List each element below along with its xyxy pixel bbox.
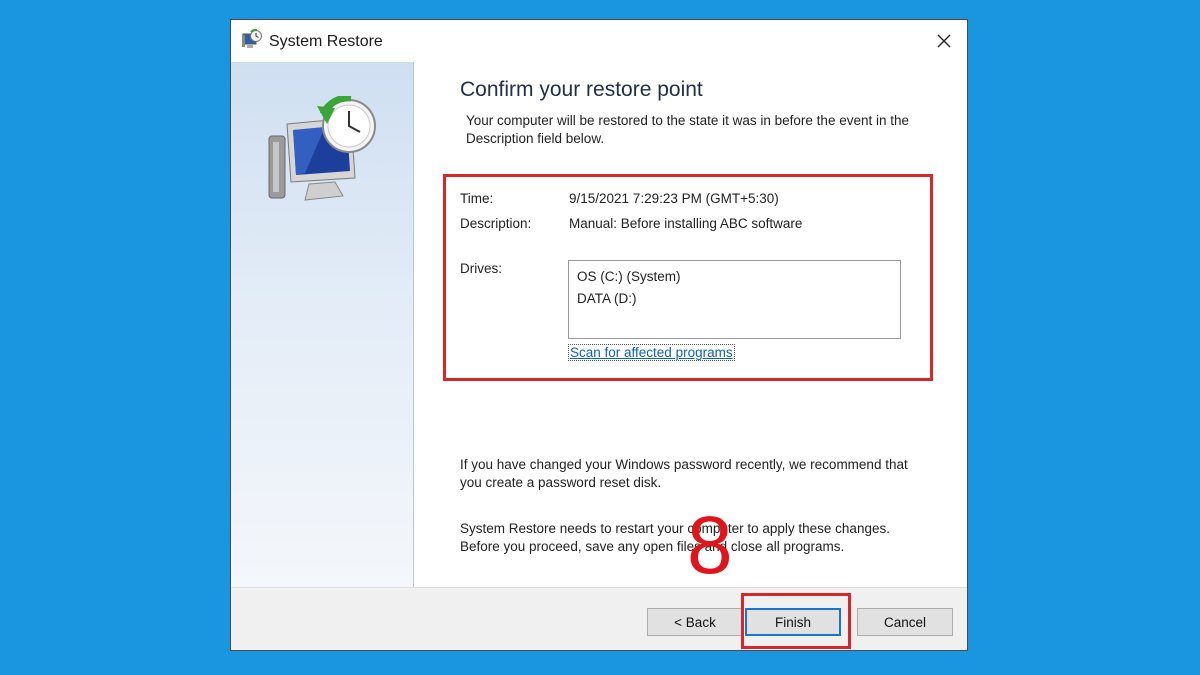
list-item: OS (C:) (System) (577, 269, 681, 284)
back-button[interactable]: < Back (647, 608, 743, 636)
page-title: Confirm your restore point (460, 78, 703, 101)
button-bar: < Back Finish Cancel (231, 587, 967, 650)
system-restore-icon (242, 29, 262, 48)
password-note: If you have changed your Windows passwor… (460, 457, 908, 490)
sidebar-panel (231, 62, 414, 587)
description-value: Manual: Before installing ABC software (569, 216, 803, 231)
finish-highlight (741, 593, 851, 649)
window-title: System Restore (269, 33, 383, 50)
list-item: DATA (D:) (577, 291, 637, 306)
system-restore-icon (268, 96, 376, 201)
time-value: 9/15/2021 7:29:23 PM (GMT+5:30) (569, 191, 779, 206)
description-label: Description: (460, 216, 532, 231)
scan-affected-programs-link[interactable]: Scan for affected programs (568, 344, 735, 361)
time-label: Time: (460, 191, 494, 206)
drives-label: Drives: (460, 261, 503, 276)
system-restore-window: System Restore Confirm your restore poin… (230, 19, 968, 651)
drives-list[interactable]: OS (C:) (System) DATA (D:) (568, 260, 901, 339)
close-button[interactable] (921, 20, 967, 62)
step-number-annotation: 8 (687, 500, 733, 591)
close-icon (937, 34, 951, 48)
intro-text: Your computer will be restored to the st… (466, 113, 910, 146)
cancel-button[interactable]: Cancel (857, 608, 953, 636)
title-bar: System Restore (231, 20, 967, 62)
